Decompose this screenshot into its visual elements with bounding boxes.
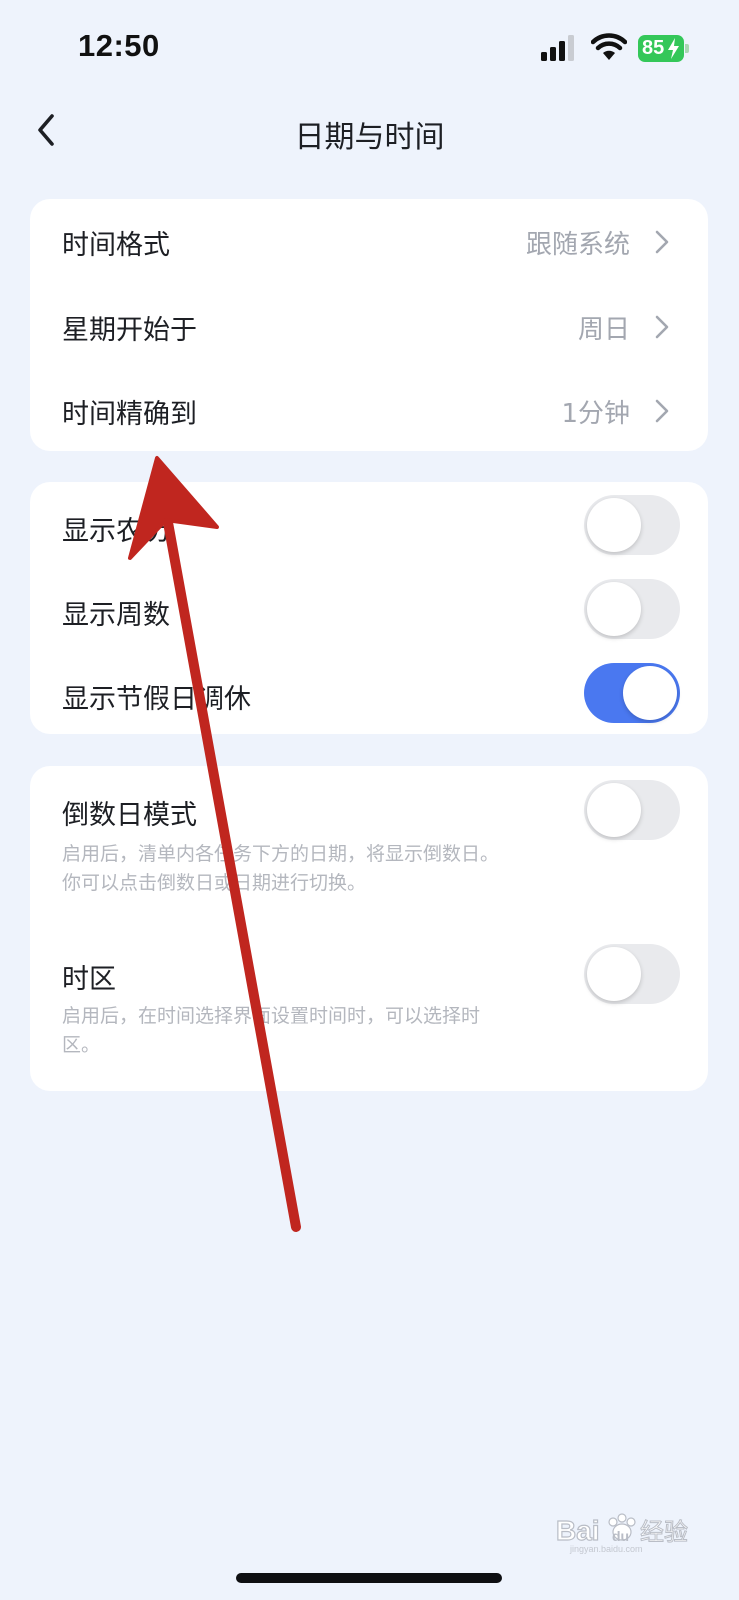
description-line: 区。	[62, 1034, 101, 1056]
chevron-right-icon	[655, 399, 669, 423]
toggle-knob	[587, 783, 641, 837]
row-label: 时区	[62, 964, 116, 995]
wifi-icon	[591, 33, 627, 60]
svg-text:du: du	[612, 1528, 629, 1544]
toggle-show-lunar[interactable]	[584, 495, 680, 555]
baidu-jingyan-watermark-logo: Bai du 经验 jingyan.baidu.com	[556, 1513, 689, 1554]
chevron-right-icon	[655, 315, 669, 339]
battery-cap	[685, 44, 689, 53]
nav-bar: 日期与时间	[0, 96, 739, 168]
row-show-week-number: 显示周数	[30, 566, 708, 652]
chevron-right-icon	[655, 230, 669, 254]
status-time: 12:50	[78, 28, 160, 63]
battery-indicator: 85	[638, 35, 689, 62]
card-display-settings: 显示农历 显示周数 显示节假日调休	[30, 482, 708, 734]
description-line: 启用后，在时间选择界面设置时间时，可以选择时	[62, 1005, 481, 1027]
svg-text:经验: 经验	[640, 1518, 688, 1546]
status-bar: 12:50 85	[0, 0, 739, 96]
description-line: 启用后，清单内各任务下方的日期，将显示倒数日。	[62, 843, 500, 865]
card-advanced-settings: 倒数日模式 启用后，清单内各任务下方的日期，将显示倒数日。 你可以点击倒数日或日…	[30, 766, 708, 1091]
toggle-countdown-mode[interactable]	[584, 780, 680, 840]
row-label: 时间格式	[62, 230, 170, 261]
toggle-timezone[interactable]	[584, 944, 680, 1004]
row-show-lunar: 显示农历	[30, 482, 708, 568]
row-label: 时间精确到	[62, 399, 197, 430]
toggle-knob	[587, 582, 641, 636]
row-label: 显示节假日调休	[62, 684, 251, 715]
row-value: 1分钟	[561, 399, 630, 429]
row-description: 启用后，在时间选择界面设置时间时，可以选择时 区。	[62, 1002, 480, 1060]
row-value: 周日	[577, 315, 630, 345]
page-title: 日期与时间	[294, 120, 445, 155]
toggle-show-holidays[interactable]	[584, 663, 680, 723]
row-label: 星期开始于	[62, 315, 197, 346]
row-countdown-mode: 倒数日模式 启用后，清单内各任务下方的日期，将显示倒数日。 你可以点击倒数日或日…	[30, 766, 708, 916]
toggle-knob	[587, 498, 641, 552]
toggle-knob	[587, 947, 641, 1001]
cellular-signal-icon	[541, 35, 574, 61]
row-label: 显示周数	[62, 600, 170, 631]
card-date-settings: 时间格式 跟随系统 星期开始于 周日 时间精确到 1分钟	[30, 199, 708, 451]
row-label: 倒数日模式	[62, 800, 197, 831]
row-time-precision[interactable]: 时间精确到 1分钟	[30, 368, 708, 454]
toggle-show-week-number[interactable]	[584, 579, 680, 639]
toggle-knob	[623, 666, 677, 720]
svg-text:Bai: Bai	[556, 1515, 600, 1546]
home-indicator[interactable]	[236, 1573, 502, 1583]
row-show-holidays: 显示节假日调休	[30, 650, 708, 736]
row-value: 跟随系统	[525, 230, 630, 260]
row-label: 显示农历	[62, 516, 170, 547]
row-description: 启用后，清单内各任务下方的日期，将显示倒数日。 你可以点击倒数日或日期进行切换。	[62, 840, 499, 898]
charging-bolt-icon	[668, 38, 679, 59]
svg-text:jingyan.baidu.com: jingyan.baidu.com	[569, 1544, 643, 1554]
row-timezone: 时区 启用后，在时间选择界面设置时间时，可以选择时 区。	[30, 930, 708, 1080]
row-time-format[interactable]: 时间格式 跟随系统	[30, 199, 708, 285]
row-week-start[interactable]: 星期开始于 周日	[30, 284, 708, 370]
description-line: 你可以点击倒数日或日期进行切换。	[62, 872, 367, 894]
